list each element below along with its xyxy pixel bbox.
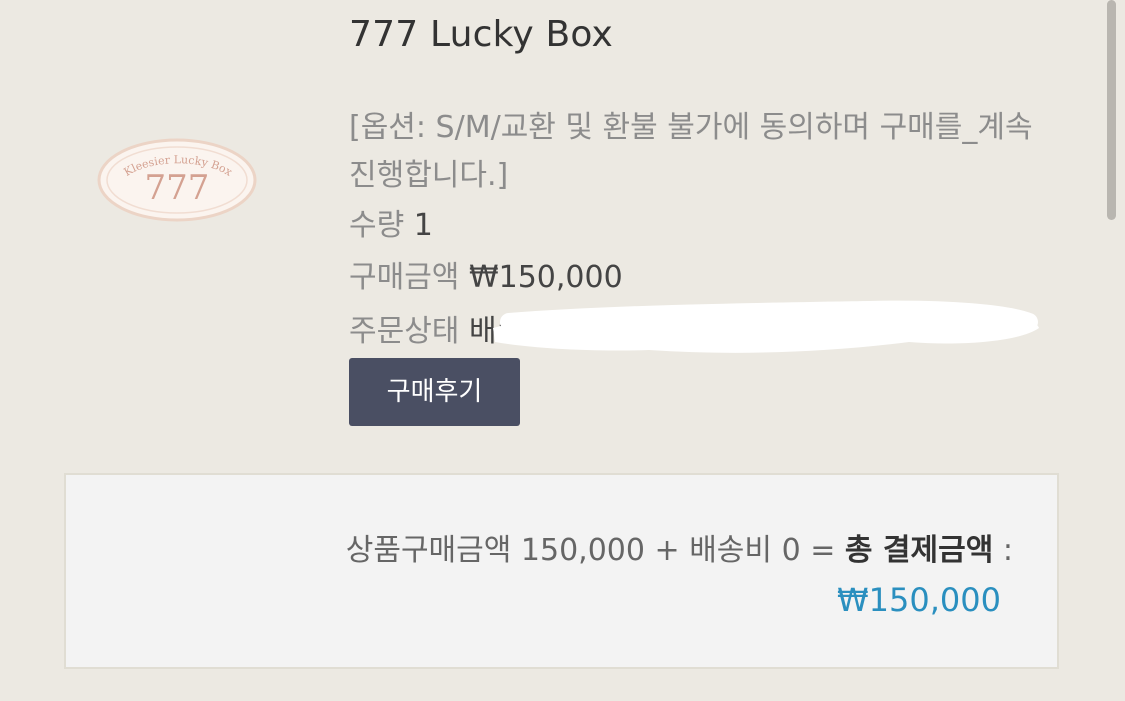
- colon: :: [1002, 533, 1013, 568]
- payment-breakdown: 상품구매금액 150,000 + 배송비 0 = 총 결제금액 :: [346, 525, 1013, 569]
- payment-summary: 상품구매금액 150,000 + 배송비 0 = 총 결제금액 : ₩150,0…: [64, 473, 1059, 669]
- order-status-value: 배송: [468, 314, 525, 349]
- goods-amount-label: 상품구매금액: [345, 533, 512, 568]
- purchase-amount-label: 구매금액: [349, 260, 460, 295]
- equals-sign: =: [810, 533, 836, 568]
- quantity-value: 1: [413, 208, 433, 243]
- purchase-amount-row: 구매금액 ₩150,000: [349, 252, 623, 296]
- shipping-fee-value: 0: [781, 533, 801, 568]
- product-thumbnail[interactable]: Kleesier Lucky Box 777: [97, 138, 257, 222]
- order-status-label: 주문상태: [349, 314, 460, 349]
- logo-number: 777: [145, 168, 210, 208]
- quantity-row: 수량 1: [349, 200, 433, 244]
- kleesier-logo: Kleesier Lucky Box 777: [97, 138, 257, 222]
- total-payment-label: 총 결제금액: [844, 533, 994, 568]
- order-detail-page: Kleesier Lucky Box 777 777 Lucky Box [옵션…: [0, 0, 1125, 701]
- scrollbar-thumb[interactable]: [1107, 0, 1116, 220]
- quantity-label: 수량: [349, 208, 405, 243]
- write-review-button[interactable]: 구매후기: [349, 358, 520, 426]
- shipping-fee-label: 배송비: [689, 533, 773, 568]
- plus-sign: +: [654, 533, 680, 568]
- total-payment-value: ₩150,000: [837, 581, 1001, 619]
- purchase-amount-value: ₩150,000: [468, 260, 623, 295]
- order-status-row: 주문상태 배송: [349, 300, 1039, 353]
- redaction-scribble: [493, 300, 1039, 353]
- product-option: [옵션: S/M/교환 및 환불 불가에 동의하며 구매를_계속 진행합니다.]: [349, 110, 1033, 193]
- product-name[interactable]: 777 Lucky Box: [349, 14, 613, 55]
- goods-amount-value: 150,000: [520, 533, 645, 568]
